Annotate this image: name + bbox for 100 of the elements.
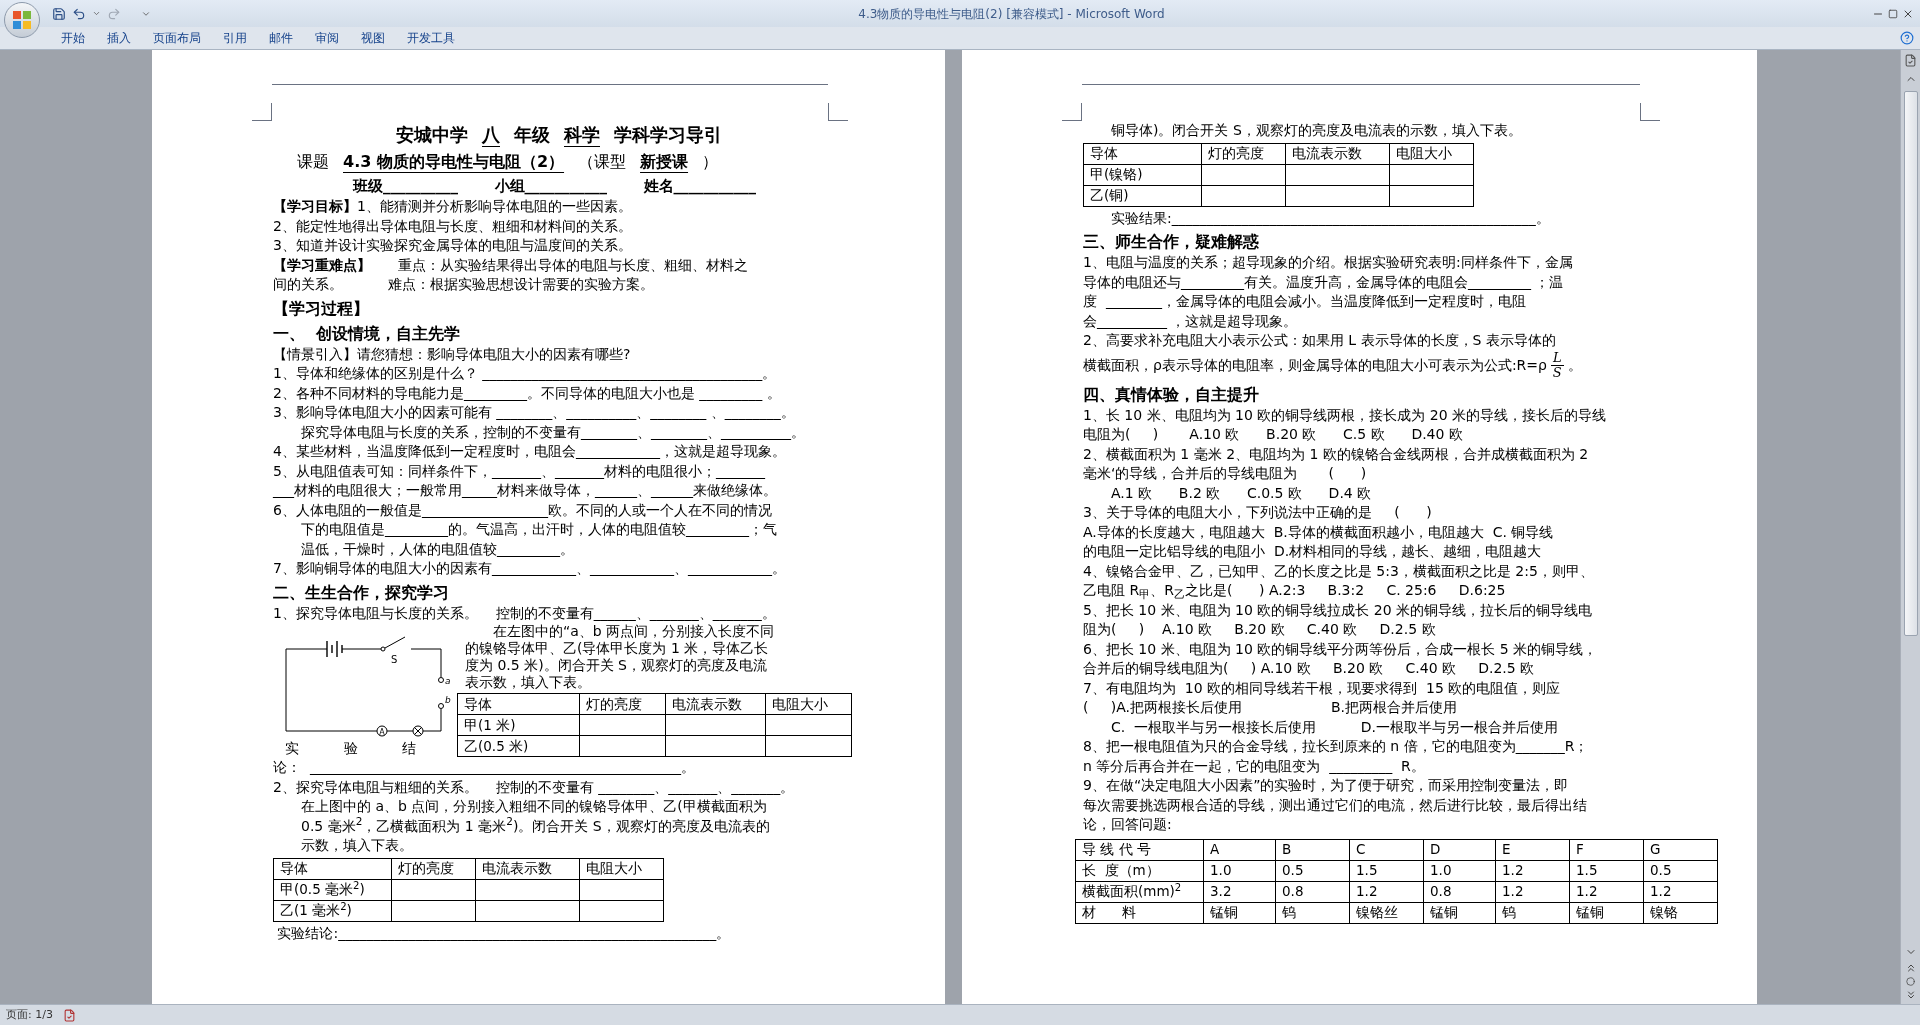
text-line: 5、把长 10 米、电阻为 10 欧的铜导线拉成长 20 米的铜导线，拉长后的铜导线电 [1083, 600, 1594, 620]
text-line: 的电阻一定比铝导线的电阻小 D.材料相同的导线，越长、越细，电阻越大 [1083, 542, 1543, 561]
table-header-cell: 灯的亮度 [391, 858, 476, 879]
table-cell: 1.0 [1423, 860, 1496, 881]
table-cell: 甲(0.5 毫米$^{2}$) [273, 879, 392, 900]
ribbon-tab[interactable]: 引用 [214, 28, 256, 48]
office-logo-icon [11, 9, 33, 31]
ribbon-tab[interactable]: 开始 [52, 28, 94, 48]
table-cell: 1.2 [1643, 881, 1718, 902]
section-heading: 【学习过程】 [273, 297, 370, 320]
text-line: 度为 0.5 米)。闭合开关 S，观察灯的亮度及电流 [465, 657, 768, 674]
text-line: 1、长 10 米、电阻均为 10 欧的铜导线两根，接长成为 20 米的导线，接长后的导线 [1083, 405, 1608, 425]
table-cell: 横截面积(mm)$^{2}$ [1075, 881, 1204, 902]
table-cell: 锰铜 [1423, 902, 1496, 923]
save-icon[interactable] [52, 6, 66, 21]
table-cell: 镍铬丝 [1349, 902, 1424, 923]
text-line: 毫米‘的导线，合并后的导线电阻为 ( ) [1083, 464, 1368, 483]
text-line: 会__________ ，这就是超导现象。 [1083, 311, 1299, 331]
ammeter-label: A [379, 727, 385, 737]
text-line: 温低，干燥时，人体的电阻值较_________。 [301, 539, 575, 559]
redo-icon[interactable] [107, 6, 121, 21]
page-count: 页面: 1/3 [6, 1006, 53, 1023]
text-line: A.导体的长度越大，电阻越大 B.导体的横截面积越小，电阻越大 C. 铜导线 [1083, 522, 1555, 542]
office-button[interactable] [4, 2, 40, 38]
text-line: 间的关系。 难点：根据实验思想设计需要的实验方案。 [273, 275, 655, 294]
switch-label: S [391, 654, 398, 665]
table-header-cell: 电流表示数 [665, 693, 766, 715]
proofing-icon[interactable] [62, 1008, 76, 1022]
terminal-label: a [445, 676, 451, 686]
terminal-label: b [445, 695, 451, 705]
text-line: 论，回答问题: [1083, 815, 1173, 834]
ribbon-tab[interactable]: 视图 [352, 28, 394, 48]
text-line: 探究导体电阻与长度的关系，控制的不变量有________、________、__________。 [301, 422, 806, 442]
browse-object-icon[interactable] [1906, 977, 1915, 986]
dropdown-icon[interactable] [92, 9, 101, 18]
table-cell: 3.2 [1203, 881, 1276, 902]
student-info-line: 班级__________ 小组___________ 姓名___________ [353, 176, 758, 197]
text-line: 电阻为( ) A.10 欧 B.20 欧 C.5 欧 D.40 欧 [1083, 425, 1464, 444]
table-cell: 乙(1 毫米$^{2}$) [273, 900, 392, 921]
table-header-cell: E [1495, 839, 1570, 860]
text-line: 1、导体和绝缘体的区别是什么？ ________________________________________。 [273, 364, 778, 383]
table-cell: 钨 [1495, 902, 1570, 923]
document-title: 安城中学 八 年级 科学 学科学习导引 [395, 123, 723, 147]
crop-mark [1062, 103, 1082, 121]
table-cell: 1.5 [1349, 860, 1424, 881]
text-line: A.1 欧 B.2 欧 C.0.5 欧 D.4 欧 [1111, 483, 1373, 503]
text-line: 3、影响导体电阻大小的因素可能有 ________、__________、________ 、________。 [273, 403, 796, 422]
table-header-cell: 导体 [273, 858, 392, 879]
text-line: 。 [1567, 355, 1582, 375]
text-line: 6、把长 10 米、电阻为 10 欧的铜导线平分两等份后，合成一根长 5 米的铜导线， [1083, 639, 1599, 659]
table-cell: 1.5 [1569, 860, 1644, 881]
table-cell: 长 度（m） [1075, 860, 1204, 881]
maximize-icon[interactable] [1888, 8, 1898, 19]
text-line: 2、高要求补充电阻大小表示公式：如果用 L 表示导体的长度，S 表示导体的 [1083, 331, 1557, 350]
table-cell: 甲(1 米) [457, 714, 580, 736]
text-line: 导体的电阻还与_________有关。温度升高，金属导体的电阻会_________ ；温 [1083, 272, 1565, 292]
table-cell: 1.2 [1495, 881, 1570, 902]
table-header-cell: 导 线 代 号 [1075, 839, 1204, 860]
text-line: 【学习目标】1、能猜测并分析影响导体电阻的一些因素。 [273, 197, 633, 216]
table-cell: 钨 [1275, 902, 1350, 923]
ruler-toggle-icon[interactable] [1904, 54, 1917, 67]
text-line: 实验结论:______________________________________________________。 [276, 923, 732, 943]
text-line: 乙电阻 R$_{甲}$、R$_{乙}$之比是( ) A.2:3 B.3:2 C. 25:6 D.6:25 [1083, 581, 1507, 601]
ribbon-tab[interactable]: 插入 [98, 28, 140, 48]
section-heading: 三、师生合作，疑难解惑 [1083, 231, 1260, 253]
table-header-cell: 电流表示数 [475, 858, 580, 879]
table-header-cell: 电阻大小 [579, 858, 664, 879]
help-icon[interactable] [1900, 31, 1914, 45]
ribbon-tab[interactable]: 开发工具 [398, 28, 464, 48]
text-line: 在左图中的“a、b 两点间，分别接入长度不同 [493, 623, 776, 640]
table-header-cell: A [1203, 839, 1276, 860]
text-line: 每次需要挑选两根合适的导线，测出通过它们的电流，然后进行比较，最后得出结 [1083, 795, 1588, 815]
text-line: 3、关于导体的电阻大小，下列说法中正确的是 ( ) [1083, 503, 1433, 522]
text-line: 铜导体)。闭合开关 S，观察灯的亮度及电流表的示数，填入下表。 [1111, 121, 1523, 140]
ribbon-tab[interactable]: 审阅 [306, 28, 348, 48]
text-line: ( )A.把两根接长后使用 B.把两根合并后使用 [1083, 698, 1458, 717]
ribbon-tab[interactable]: 邮件 [260, 28, 302, 48]
table-cell: 锰铜 [1569, 902, 1644, 923]
scrollbar-thumb[interactable] [1903, 91, 1918, 636]
scrollbar-track[interactable] [1900, 50, 1920, 1004]
undo-icon[interactable] [72, 6, 86, 21]
table-header-cell: 导体 [457, 693, 580, 715]
text-line: 下的电阻值是_________的。气温高，出汗时，人体的电阻值较_________；气 [301, 520, 778, 539]
table-header-cell: G [1643, 839, 1718, 860]
table-cell: 0.8 [1423, 881, 1496, 902]
text-line: 2、能定性地得出导体电阻与长度、粗细和材料间的关系。 [273, 216, 633, 236]
table-header-cell: 灯的亮度 [579, 693, 666, 715]
table-cell: 0.5 [1643, 860, 1718, 881]
table-header-cell: 灯的亮度 [1201, 143, 1286, 164]
text-line: 1、电阻与温度的关系；超导现象的介绍。根据实验研究表明:同样条件下，金属 [1083, 253, 1574, 272]
table-header-cell: B [1275, 839, 1350, 860]
ribbon-tab[interactable]: 页面布局 [144, 28, 210, 48]
text-line: 度 ________，金属导体的电阻会减小。当温度降低到一定程度时，电阻 [1083, 292, 1527, 311]
table-header-cell: 导体 [1083, 143, 1202, 164]
table-cell: 材 料 [1075, 902, 1204, 923]
table-cell: 1.2 [1349, 881, 1424, 902]
table-header-cell: D [1423, 839, 1496, 860]
text-line: 8、把一根电阻值为只的合金导线，拉长到原来的 n 倍，它的电阻变为_______R； [1083, 737, 1590, 756]
text-line: 6、人体电阻的一般值是__________________欧。不同的人或一个人在不同的情况 [273, 500, 773, 520]
text-line: 2、各种不同材料的导电能力是_________。不同导体的电阻大小也是 _________ 。 [273, 383, 782, 403]
